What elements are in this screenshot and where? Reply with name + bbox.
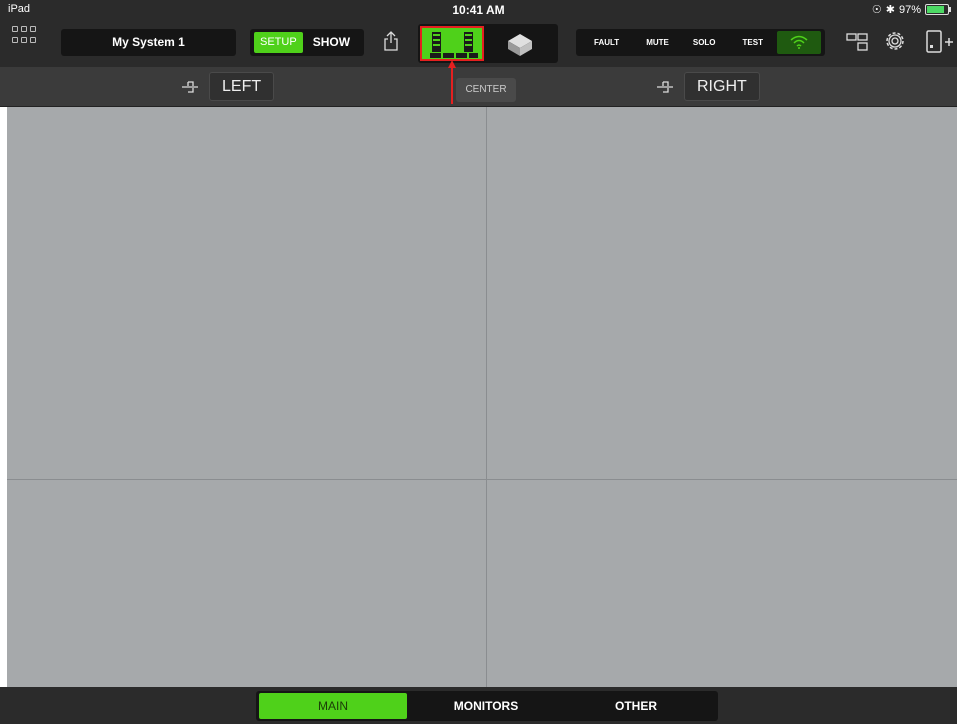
grid-icon[interactable] <box>12 26 36 44</box>
group-link-icon <box>182 80 198 93</box>
right-group-label[interactable]: RIGHT <box>684 72 760 101</box>
system-name-field[interactable]: My System 1 <box>61 29 236 56</box>
setup-button[interactable]: SETUP <box>254 32 303 53</box>
group-link-icon <box>657 80 673 93</box>
rack-canvas[interactable] <box>7 107 957 687</box>
mute-button[interactable]: MUTE <box>646 38 669 47</box>
rotation-lock-icon: ☉ <box>871 4 882 16</box>
share-icon[interactable] <box>384 31 398 51</box>
battery-percent: 97% <box>898 3 921 16</box>
bottom-bar: MAIN MONITORS OTHER <box>0 687 957 724</box>
rack-view-button[interactable] <box>420 26 484 61</box>
center-group-label[interactable]: CENTER <box>456 78 516 102</box>
left-group[interactable]: LEFT <box>181 72 275 101</box>
test-button[interactable]: TEST <box>743 38 763 47</box>
tab-main[interactable]: MAIN <box>259 693 407 719</box>
mode-toggle: SETUP SHOW <box>250 29 364 56</box>
annotation-arrow <box>448 60 456 104</box>
layout-icon[interactable] <box>846 31 868 53</box>
status-right: ☉ ✱ 97% <box>871 3 951 16</box>
status-bar: iPad 10:41 AM ☉ ✱ 97% <box>0 0 957 18</box>
status-buttons: FAULT MUTE SOLO TEST <box>576 29 825 56</box>
battery-icon <box>925 4 951 15</box>
wifi-icon <box>790 35 808 49</box>
gear-icon[interactable] <box>882 28 908 54</box>
right-group[interactable]: RIGHT <box>656 72 760 101</box>
clock: 10:41 AM <box>452 3 505 17</box>
canvas-divider-horizontal <box>7 479 957 480</box>
cube-3d-icon[interactable] <box>505 32 535 58</box>
tab-monitors[interactable]: MONITORS <box>416 693 556 719</box>
canvas-divider-vertical <box>486 107 487 687</box>
tab-other[interactable]: OTHER <box>561 693 711 719</box>
solo-button[interactable]: SOLO <box>693 38 716 47</box>
wifi-button[interactable] <box>777 31 821 54</box>
bluetooth-icon: ✱ <box>885 4 895 16</box>
mix-tabs: MAIN MONITORS OTHER <box>256 691 718 721</box>
left-group-label[interactable]: LEFT <box>209 72 275 101</box>
rack-view-icon <box>430 32 478 58</box>
show-button[interactable]: SHOW <box>307 32 356 53</box>
add-device-icon[interactable] <box>925 29 955 55</box>
top-toolbar: iPad 10:41 AM ☉ ✱ 97% My System 1 SETUP … <box>0 0 957 67</box>
fault-button[interactable]: FAULT <box>594 38 619 47</box>
